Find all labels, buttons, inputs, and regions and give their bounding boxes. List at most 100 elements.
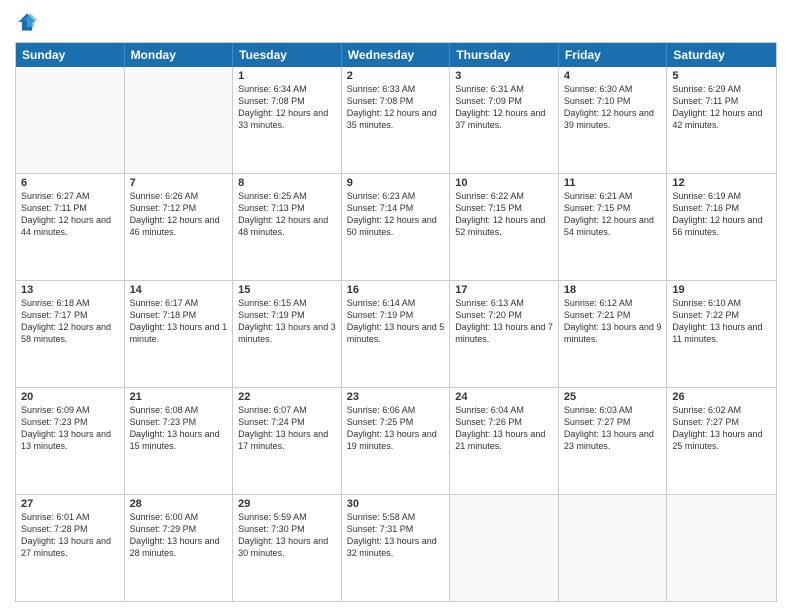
calendar-cell: 18Sunrise: 6:12 AM Sunset: 7:21 PM Dayli… (559, 281, 668, 387)
cell-info: Sunrise: 6:14 AM Sunset: 7:19 PM Dayligh… (347, 297, 445, 346)
cell-info: Sunrise: 6:22 AM Sunset: 7:15 PM Dayligh… (455, 190, 553, 239)
cell-info: Sunrise: 6:19 AM Sunset: 7:16 PM Dayligh… (672, 190, 771, 239)
cell-info: Sunrise: 6:21 AM Sunset: 7:15 PM Dayligh… (564, 190, 662, 239)
cell-info: Sunrise: 6:17 AM Sunset: 7:18 PM Dayligh… (130, 297, 228, 346)
cell-info: Sunrise: 6:07 AM Sunset: 7:24 PM Dayligh… (238, 404, 336, 453)
calendar-cell: 8Sunrise: 6:25 AM Sunset: 7:13 PM Daylig… (233, 174, 342, 280)
day-header-thursday: Thursday (450, 43, 559, 67)
cell-info: Sunrise: 6:29 AM Sunset: 7:11 PM Dayligh… (672, 83, 771, 132)
calendar-cell (16, 67, 125, 173)
day-number: 9 (347, 177, 445, 189)
calendar-header: SundayMondayTuesdayWednesdayThursdayFrid… (16, 43, 776, 67)
calendar-cell: 28Sunrise: 6:00 AM Sunset: 7:29 PM Dayli… (125, 495, 234, 601)
calendar-cell: 16Sunrise: 6:14 AM Sunset: 7:19 PM Dayli… (342, 281, 451, 387)
cell-info: Sunrise: 6:09 AM Sunset: 7:23 PM Dayligh… (21, 404, 119, 453)
logo-icon (15, 10, 39, 34)
calendar-cell (559, 495, 668, 601)
cell-info: Sunrise: 6:10 AM Sunset: 7:22 PM Dayligh… (672, 297, 771, 346)
calendar-cell: 6Sunrise: 6:27 AM Sunset: 7:11 PM Daylig… (16, 174, 125, 280)
cell-info: Sunrise: 6:03 AM Sunset: 7:27 PM Dayligh… (564, 404, 662, 453)
cell-info: Sunrise: 6:04 AM Sunset: 7:26 PM Dayligh… (455, 404, 553, 453)
cell-info: Sunrise: 6:12 AM Sunset: 7:21 PM Dayligh… (564, 297, 662, 346)
calendar-cell: 5Sunrise: 6:29 AM Sunset: 7:11 PM Daylig… (667, 67, 776, 173)
cell-info: Sunrise: 6:33 AM Sunset: 7:08 PM Dayligh… (347, 83, 445, 132)
day-number: 12 (672, 177, 771, 189)
cell-info: Sunrise: 6:00 AM Sunset: 7:29 PM Dayligh… (130, 511, 228, 560)
calendar-cell: 20Sunrise: 6:09 AM Sunset: 7:23 PM Dayli… (16, 388, 125, 494)
day-number: 11 (564, 177, 662, 189)
cell-info: Sunrise: 6:02 AM Sunset: 7:27 PM Dayligh… (672, 404, 771, 453)
calendar-cell (450, 495, 559, 601)
calendar-cell: 22Sunrise: 6:07 AM Sunset: 7:24 PM Dayli… (233, 388, 342, 494)
calendar-body: 1Sunrise: 6:34 AM Sunset: 7:08 PM Daylig… (16, 67, 776, 601)
calendar-cell (125, 67, 234, 173)
cell-info: Sunrise: 6:01 AM Sunset: 7:28 PM Dayligh… (21, 511, 119, 560)
day-header-friday: Friday (559, 43, 668, 67)
day-number: 25 (564, 391, 662, 403)
cell-info: Sunrise: 6:18 AM Sunset: 7:17 PM Dayligh… (21, 297, 119, 346)
day-number: 21 (130, 391, 228, 403)
day-number: 15 (238, 284, 336, 296)
day-number: 26 (672, 391, 771, 403)
calendar-row-4: 27Sunrise: 6:01 AM Sunset: 7:28 PM Dayli… (16, 494, 776, 601)
calendar-cell: 9Sunrise: 6:23 AM Sunset: 7:14 PM Daylig… (342, 174, 451, 280)
calendar-row-1: 6Sunrise: 6:27 AM Sunset: 7:11 PM Daylig… (16, 173, 776, 280)
day-header-wednesday: Wednesday (342, 43, 451, 67)
logo (15, 10, 43, 34)
calendar-cell (667, 495, 776, 601)
calendar-cell: 23Sunrise: 6:06 AM Sunset: 7:25 PM Dayli… (342, 388, 451, 494)
day-number: 5 (672, 70, 771, 82)
calendar-row-3: 20Sunrise: 6:09 AM Sunset: 7:23 PM Dayli… (16, 387, 776, 494)
day-number: 22 (238, 391, 336, 403)
day-number: 30 (347, 498, 445, 510)
day-number: 3 (455, 70, 553, 82)
calendar-cell: 12Sunrise: 6:19 AM Sunset: 7:16 PM Dayli… (667, 174, 776, 280)
day-header-sunday: Sunday (16, 43, 125, 67)
calendar-cell: 19Sunrise: 6:10 AM Sunset: 7:22 PM Dayli… (667, 281, 776, 387)
cell-info: Sunrise: 6:27 AM Sunset: 7:11 PM Dayligh… (21, 190, 119, 239)
day-number: 24 (455, 391, 553, 403)
cell-info: Sunrise: 6:31 AM Sunset: 7:09 PM Dayligh… (455, 83, 553, 132)
day-number: 2 (347, 70, 445, 82)
day-number: 10 (455, 177, 553, 189)
cell-info: Sunrise: 6:15 AM Sunset: 7:19 PM Dayligh… (238, 297, 336, 346)
calendar-cell: 27Sunrise: 6:01 AM Sunset: 7:28 PM Dayli… (16, 495, 125, 601)
calendar-row-0: 1Sunrise: 6:34 AM Sunset: 7:08 PM Daylig… (16, 67, 776, 173)
calendar: SundayMondayTuesdayWednesdayThursdayFrid… (15, 42, 777, 602)
calendar-cell: 24Sunrise: 6:04 AM Sunset: 7:26 PM Dayli… (450, 388, 559, 494)
day-number: 4 (564, 70, 662, 82)
calendar-cell: 1Sunrise: 6:34 AM Sunset: 7:08 PM Daylig… (233, 67, 342, 173)
calendar-cell: 14Sunrise: 6:17 AM Sunset: 7:18 PM Dayli… (125, 281, 234, 387)
calendar-cell: 2Sunrise: 6:33 AM Sunset: 7:08 PM Daylig… (342, 67, 451, 173)
calendar-cell: 15Sunrise: 6:15 AM Sunset: 7:19 PM Dayli… (233, 281, 342, 387)
day-number: 27 (21, 498, 119, 510)
cell-info: Sunrise: 6:26 AM Sunset: 7:12 PM Dayligh… (130, 190, 228, 239)
calendar-cell: 26Sunrise: 6:02 AM Sunset: 7:27 PM Dayli… (667, 388, 776, 494)
calendar-cell: 7Sunrise: 6:26 AM Sunset: 7:12 PM Daylig… (125, 174, 234, 280)
day-number: 17 (455, 284, 553, 296)
day-number: 23 (347, 391, 445, 403)
calendar-cell: 30Sunrise: 5:58 AM Sunset: 7:31 PM Dayli… (342, 495, 451, 601)
calendar-cell: 29Sunrise: 5:59 AM Sunset: 7:30 PM Dayli… (233, 495, 342, 601)
day-header-tuesday: Tuesday (233, 43, 342, 67)
day-number: 28 (130, 498, 228, 510)
cell-info: Sunrise: 6:23 AM Sunset: 7:14 PM Dayligh… (347, 190, 445, 239)
day-number: 13 (21, 284, 119, 296)
cell-info: Sunrise: 6:34 AM Sunset: 7:08 PM Dayligh… (238, 83, 336, 132)
day-number: 16 (347, 284, 445, 296)
calendar-cell: 13Sunrise: 6:18 AM Sunset: 7:17 PM Dayli… (16, 281, 125, 387)
cell-info: Sunrise: 6:30 AM Sunset: 7:10 PM Dayligh… (564, 83, 662, 132)
calendar-cell: 3Sunrise: 6:31 AM Sunset: 7:09 PM Daylig… (450, 67, 559, 173)
day-number: 7 (130, 177, 228, 189)
day-number: 29 (238, 498, 336, 510)
day-number: 6 (21, 177, 119, 189)
calendar-cell: 10Sunrise: 6:22 AM Sunset: 7:15 PM Dayli… (450, 174, 559, 280)
calendar-row-2: 13Sunrise: 6:18 AM Sunset: 7:17 PM Dayli… (16, 280, 776, 387)
cell-info: Sunrise: 6:13 AM Sunset: 7:20 PM Dayligh… (455, 297, 553, 346)
header (15, 10, 777, 34)
page: SundayMondayTuesdayWednesdayThursdayFrid… (0, 0, 792, 612)
day-number: 8 (238, 177, 336, 189)
day-header-monday: Monday (125, 43, 234, 67)
calendar-cell: 11Sunrise: 6:21 AM Sunset: 7:15 PM Dayli… (559, 174, 668, 280)
cell-info: Sunrise: 5:58 AM Sunset: 7:31 PM Dayligh… (347, 511, 445, 560)
